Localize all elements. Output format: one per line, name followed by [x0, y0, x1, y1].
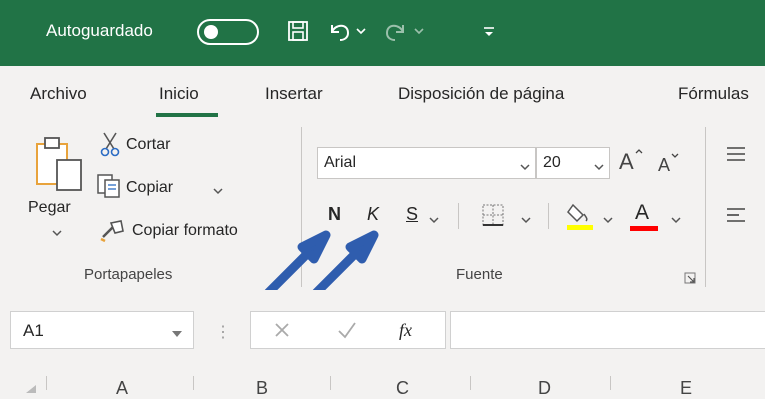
title-bar: Autoguardado: [0, 0, 765, 66]
italic-button[interactable]: K: [367, 204, 379, 225]
chevron-down-icon[interactable]: [602, 212, 614, 230]
name-box-value: A1: [23, 321, 44, 340]
header-divider: [330, 376, 331, 390]
svg-text:A: A: [619, 149, 634, 174]
cut-button[interactable]: Cortar: [126, 136, 170, 154]
chevron-down-icon[interactable]: [51, 225, 63, 243]
autosave-toggle[interactable]: [197, 19, 259, 45]
tab-insertar[interactable]: Insertar: [265, 84, 323, 104]
borders-icon[interactable]: [481, 203, 505, 232]
chevron-down-icon[interactable]: [428, 212, 440, 230]
font-name-value: Arial: [324, 154, 357, 171]
group-divider: [705, 127, 706, 287]
chevron-down-icon[interactable]: [355, 16, 367, 46]
paste-label[interactable]: Pegar: [28, 199, 71, 217]
font-color-button[interactable]: A: [635, 201, 649, 225]
ribbon-tabs: Archivo Inicio Insertar Disposición de p…: [0, 66, 765, 121]
more-options-icon[interactable]: ⋮: [215, 322, 231, 342]
underline-button[interactable]: S: [406, 204, 418, 225]
copy-button[interactable]: Copiar: [126, 179, 173, 197]
autosave-label: Autoguardado: [46, 21, 153, 40]
chevron-down-icon[interactable]: [670, 212, 682, 230]
tab-disposicion[interactable]: Disposición de página: [398, 84, 564, 104]
formula-bar: A1 ⋮ fx: [0, 290, 765, 390]
bold-button[interactable]: N: [328, 204, 341, 225]
toggle-knob: [204, 25, 218, 39]
font-size-value: 20: [543, 154, 561, 171]
formula-buttons-area: fx: [250, 311, 446, 349]
fill-color-icon[interactable]: [565, 201, 595, 236]
align-top-icon[interactable]: [725, 144, 747, 169]
divider: [458, 203, 459, 229]
font-name-dropdown[interactable]: Arial: [317, 147, 536, 179]
tab-inicio[interactable]: Inicio: [159, 84, 199, 104]
group-label-fuente: Fuente: [456, 266, 503, 283]
paste-icon[interactable]: [33, 136, 85, 199]
chevron-down-icon: [593, 159, 605, 177]
format-painter-button[interactable]: Copiar formato: [132, 222, 238, 240]
undo-icon[interactable]: [326, 16, 352, 46]
active-tab-indicator: [156, 113, 218, 117]
chevron-down-icon[interactable]: [212, 183, 224, 201]
dialog-launcher-icon[interactable]: [684, 271, 696, 289]
increase-font-size-icon[interactable]: A: [617, 147, 645, 180]
insert-function-button[interactable]: fx: [399, 320, 412, 341]
chevron-down-icon: [519, 159, 531, 177]
chevron-down-icon: [171, 326, 183, 344]
header-divider: [610, 376, 611, 390]
header-divider: [470, 376, 471, 390]
font-color-swatch: [630, 226, 658, 231]
formula-input[interactable]: [450, 311, 765, 349]
enter-check-icon[interactable]: [336, 319, 358, 346]
font-size-dropdown[interactable]: 20: [536, 147, 610, 179]
select-all-corner[interactable]: [20, 380, 40, 393]
column-header-a[interactable]: A: [116, 378, 128, 399]
align-left-icon[interactable]: [725, 205, 747, 230]
tab-formulas[interactable]: Fórmulas: [678, 84, 749, 104]
svg-text:A: A: [658, 155, 670, 175]
scissors-icon[interactable]: [98, 131, 122, 162]
column-header-e[interactable]: E: [680, 378, 692, 399]
column-header-d[interactable]: D: [538, 378, 551, 399]
column-header-c[interactable]: C: [396, 378, 409, 399]
divider: [548, 203, 549, 229]
save-icon[interactable]: [287, 16, 309, 46]
tab-archivo[interactable]: Archivo: [30, 84, 87, 104]
format-painter-icon[interactable]: [99, 217, 127, 248]
header-divider: [193, 376, 194, 390]
copy-icon[interactable]: [96, 173, 124, 204]
ribbon: Pegar Cortar Copiar Copiar formato Porta…: [0, 121, 765, 297]
header-divider: [46, 376, 47, 390]
decrease-font-size-icon[interactable]: A: [656, 151, 682, 182]
chevron-down-icon[interactable]: [413, 16, 425, 46]
chevron-down-icon[interactable]: [520, 212, 532, 230]
cancel-icon[interactable]: [271, 319, 293, 346]
column-header-b[interactable]: B: [256, 378, 268, 399]
name-box[interactable]: A1: [10, 311, 194, 349]
group-label-portapapeles: Portapapeles: [84, 266, 173, 283]
customize-qat-icon[interactable]: [482, 16, 496, 46]
redo-icon[interactable]: [383, 16, 409, 46]
